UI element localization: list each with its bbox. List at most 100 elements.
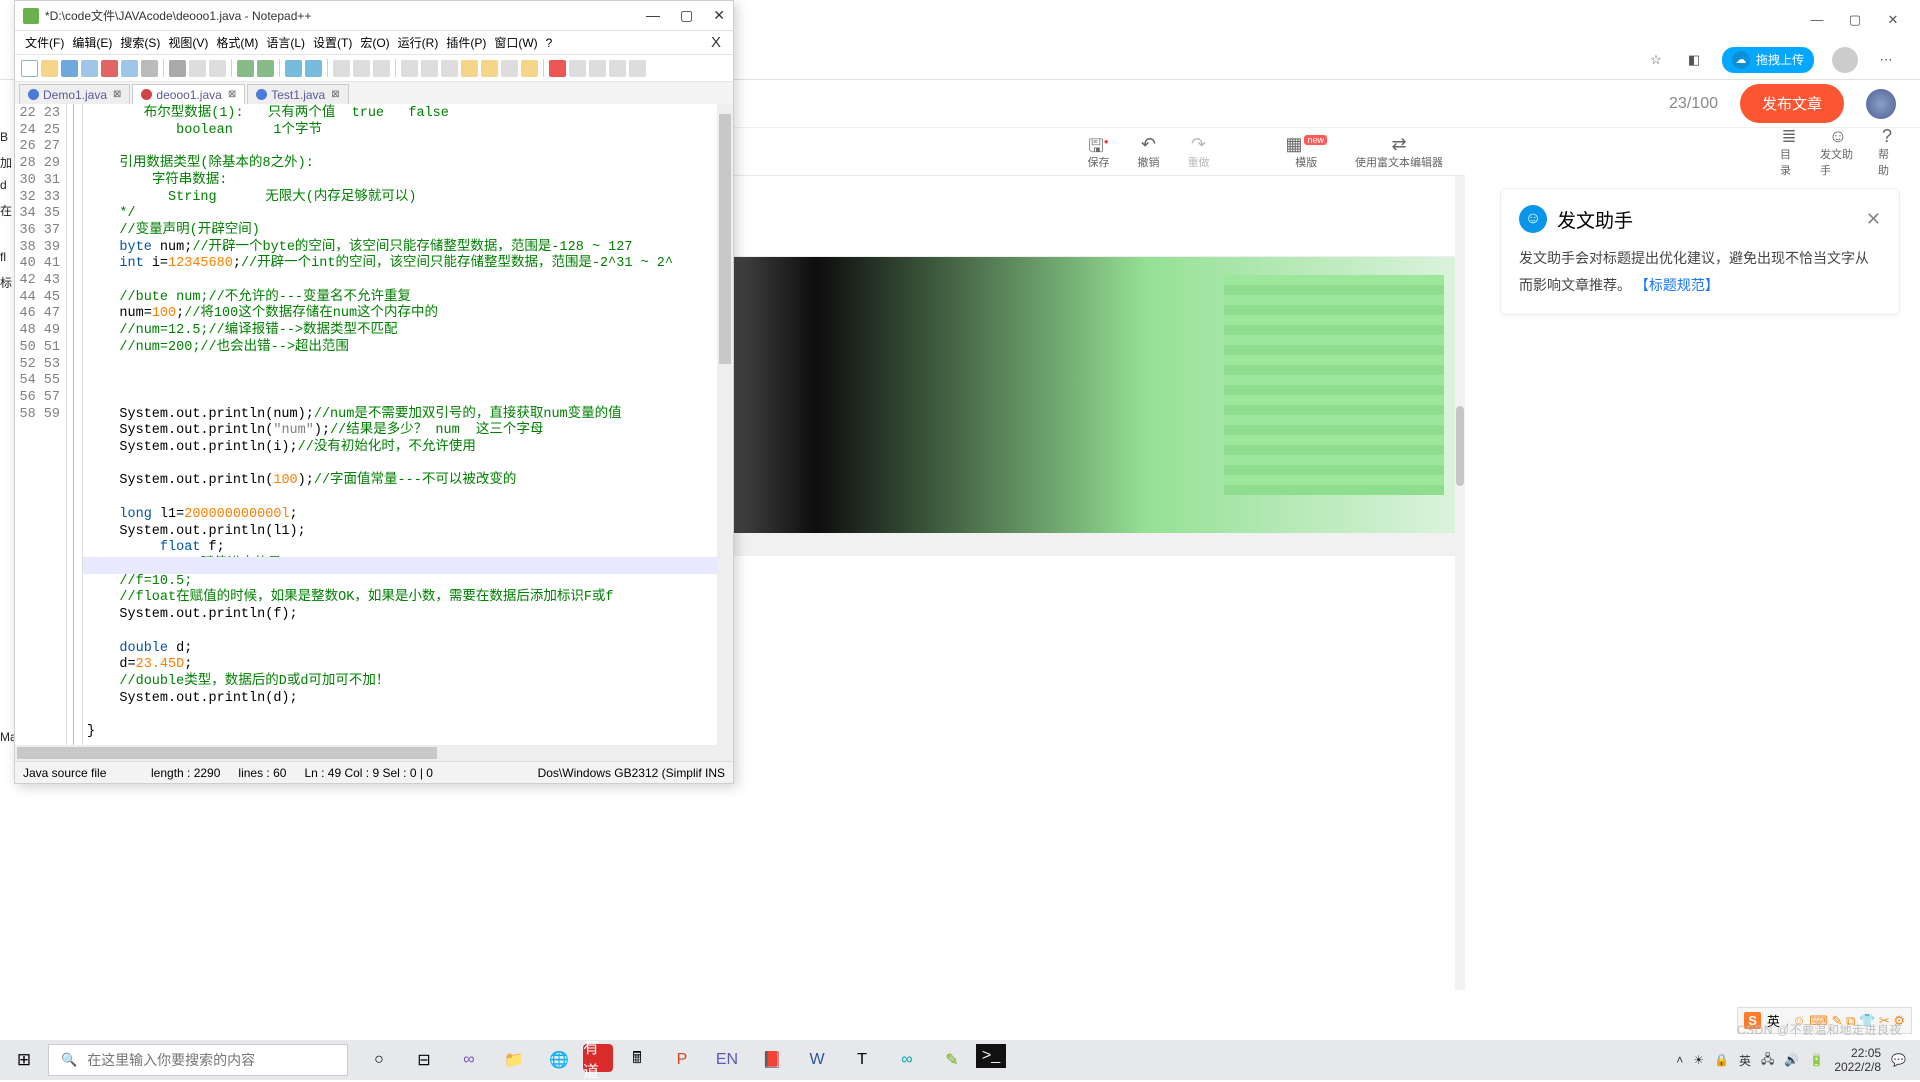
tray-chevron-icon[interactable]: ˄ — [1676, 1053, 1683, 1067]
open-file-icon[interactable] — [41, 60, 58, 77]
profile-avatar[interactable] — [1832, 47, 1858, 73]
npp-menu-item[interactable]: 搜索(S) — [118, 32, 162, 53]
browser-minimize[interactable]: — — [1808, 12, 1826, 28]
show-all-icon[interactable] — [421, 60, 438, 77]
npp-vertical-scrollbar[interactable] — [717, 104, 733, 745]
sync-v-icon[interactable] — [373, 60, 390, 77]
npp-titlebar[interactable]: *D:\code文件\JAVAcode\deooo1.java - Notepa… — [15, 1, 733, 31]
close-all-icon[interactable] — [121, 60, 138, 77]
npp-menu-item[interactable]: ? — [544, 34, 555, 52]
youdao-icon[interactable]: 有道 — [583, 1044, 613, 1072]
taskbar-search-input[interactable] — [87, 1052, 335, 1068]
zoom-in-icon[interactable] — [333, 60, 350, 77]
npp-tab[interactable]: Demo1.java⊠ — [19, 84, 130, 104]
toc-tool[interactable]: ≣目录 — [1780, 126, 1798, 178]
npp-tab[interactable]: deooo1.java⊠ — [132, 84, 245, 104]
print-icon[interactable] — [141, 60, 158, 77]
undo-icon[interactable] — [237, 60, 254, 77]
ud-lang-icon[interactable] — [461, 60, 478, 77]
paste-icon[interactable] — [209, 60, 226, 77]
baidu-cloud-icon[interactable]: ∞ — [886, 1044, 928, 1076]
npp-menu-item[interactable]: 语言(L) — [264, 32, 307, 53]
wrap-icon[interactable] — [401, 60, 418, 77]
assistant-tool[interactable]: ☺发文助手 — [1820, 126, 1856, 178]
play-macro-icon[interactable] — [589, 60, 606, 77]
browser-menu-icon[interactable]: ⋯ — [1876, 50, 1896, 70]
extension-icon[interactable]: ◧ — [1684, 50, 1704, 70]
npp-menu-item[interactable]: 插件(P) — [444, 32, 488, 53]
close-tab-icon[interactable]: ⊠ — [228, 89, 236, 100]
npp-menu-item[interactable]: 视图(V) — [166, 32, 210, 53]
start-button[interactable]: ⊞ — [0, 1050, 48, 1070]
save-all-icon[interactable] — [81, 60, 98, 77]
redo-icon[interactable] — [257, 60, 274, 77]
replace-icon[interactable] — [305, 60, 322, 77]
npp-menu-item[interactable]: 编辑(E) — [70, 32, 114, 53]
stop-macro-icon[interactable] — [569, 60, 586, 77]
notifications-icon[interactable]: 💬 — [1891, 1053, 1906, 1067]
task-view-icon[interactable]: ⊟ — [403, 1044, 445, 1076]
calculator-icon[interactable]: 🖩 — [616, 1044, 658, 1076]
tray-weather-icon[interactable]: ☀ — [1693, 1053, 1704, 1067]
visual-studio-icon[interactable]: ∞ — [448, 1044, 490, 1076]
npp-maximize[interactable]: ▢ — [680, 7, 693, 24]
tray-lock-icon[interactable]: 🔒 — [1714, 1053, 1729, 1067]
powerpoint-icon[interactable]: P — [661, 1044, 703, 1076]
find-icon[interactable] — [285, 60, 302, 77]
fold-bar[interactable] — [67, 104, 83, 745]
pdf-icon[interactable]: 📕 — [751, 1044, 793, 1076]
favorite-icon[interactable]: ☆ — [1646, 50, 1666, 70]
npp-secondary-close[interactable]: X — [709, 32, 723, 53]
save-icon[interactable] — [61, 60, 78, 77]
browser-maximize[interactable]: ▢ — [1846, 12, 1864, 28]
tray-network-icon[interactable]: 🖧 — [1761, 1050, 1774, 1071]
folder-icon[interactable] — [521, 60, 538, 77]
npp-tab[interactable]: Test1.java⊠ — [247, 84, 348, 104]
terminal-icon[interactable]: >_ — [976, 1044, 1006, 1068]
help-tool[interactable]: ?帮助 — [1878, 126, 1896, 178]
richtext-tool[interactable]: ⇄使用富文本编辑器 — [1355, 134, 1443, 170]
template-tool[interactable]: ▦new模版 — [1285, 134, 1327, 170]
new-file-icon[interactable] — [21, 60, 38, 77]
indent-guide-icon[interactable] — [441, 60, 458, 77]
npp-menu-item[interactable]: 窗口(W) — [492, 32, 539, 53]
upload-pill[interactable]: ☁ 拖拽上传 — [1722, 47, 1814, 73]
word-icon[interactable]: W — [796, 1044, 838, 1076]
zoom-out-icon[interactable] — [353, 60, 370, 77]
npp-horizontal-scrollbar[interactable] — [15, 745, 733, 761]
save-tool[interactable]: 🖫●保存 — [1087, 134, 1109, 170]
npp-minimize[interactable]: — — [646, 7, 660, 24]
user-avatar[interactable] — [1866, 89, 1896, 119]
npp-menu-item[interactable]: 设置(T) — [311, 32, 354, 53]
npp-menu-item[interactable]: 文件(F) — [23, 32, 66, 53]
func-list-icon[interactable] — [501, 60, 518, 77]
publish-button[interactable]: 发布文章 — [1740, 84, 1844, 123]
assistant-guideline-link[interactable]: 【标题规范】 — [1635, 277, 1719, 293]
tray-volume-icon[interactable]: 🔊 — [1784, 1053, 1799, 1067]
play-multi-icon[interactable] — [609, 60, 626, 77]
close-tab-icon[interactable]: ⊠ — [113, 89, 121, 100]
close-tab-icon[interactable]: ⊠ — [331, 89, 339, 100]
content-scrollbar[interactable] — [1455, 176, 1465, 990]
npp-menu-item[interactable]: 运行(R) — [396, 32, 441, 53]
save-macro-icon[interactable] — [629, 60, 646, 77]
taskbar-search[interactable]: 🔍 — [48, 1044, 348, 1076]
browser-close[interactable]: ✕ — [1884, 12, 1902, 28]
assistant-close-icon[interactable]: ✕ — [1866, 209, 1881, 230]
npp-taskbar-icon[interactable]: ✎ — [931, 1044, 973, 1076]
close-file-icon[interactable] — [101, 60, 118, 77]
cut-icon[interactable] — [169, 60, 186, 77]
edge-icon[interactable]: 🌐 — [538, 1044, 580, 1076]
npp-menu-item[interactable]: 宏(O) — [358, 32, 391, 53]
file-explorer-icon[interactable]: 📁 — [493, 1044, 535, 1076]
tray-ime-icon[interactable]: 英 — [1739, 1052, 1751, 1069]
undo-tool[interactable]: ↶撤销 — [1137, 134, 1159, 170]
tray-battery-icon[interactable]: 🔋 — [1809, 1053, 1824, 1067]
taskbar-clock[interactable]: 22:052022/2/8 — [1834, 1046, 1881, 1075]
text-app-icon[interactable]: T — [841, 1044, 883, 1076]
npp-close[interactable]: ✕ — [713, 7, 725, 24]
doc-map-icon[interactable] — [481, 60, 498, 77]
code-text[interactable]: 布尔型数据(1): 只有两个值 true false boolean 1个字节 … — [83, 104, 717, 745]
copy-icon[interactable] — [189, 60, 206, 77]
npp-code-area[interactable]: 22 23 24 25 26 27 28 29 30 31 32 33 34 3… — [15, 104, 733, 745]
